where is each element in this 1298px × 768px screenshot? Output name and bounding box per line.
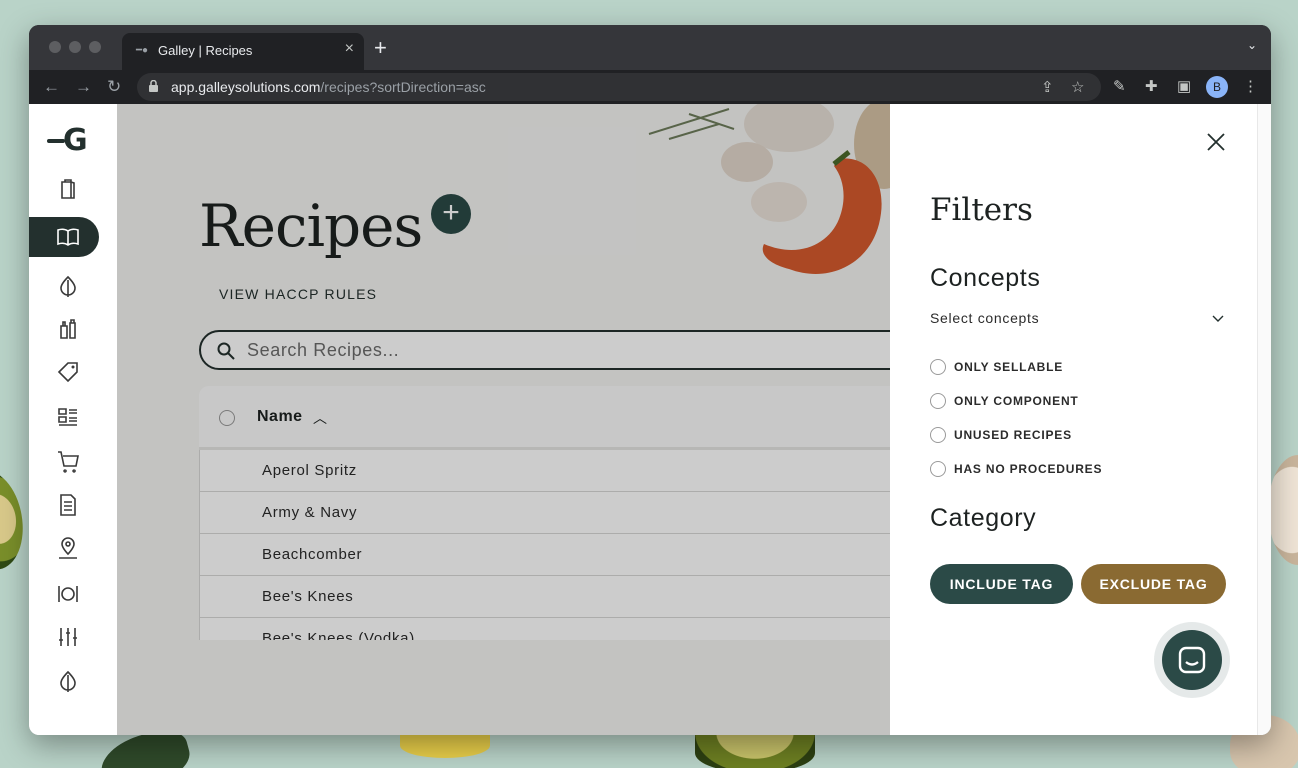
galley-favicon-icon: ━●	[136, 45, 149, 56]
document-icon	[60, 494, 76, 516]
sidebar-item-recipes[interactable]	[29, 217, 99, 257]
recipe-book-icon	[57, 228, 79, 246]
location-icon	[59, 537, 77, 559]
radio-button[interactable]	[930, 427, 946, 443]
sidebar-item-inventory[interactable]	[29, 169, 99, 209]
back-arrow-icon[interactable]: ←	[43, 78, 60, 95]
forward-arrow-icon[interactable]: →	[75, 78, 92, 95]
radio-button[interactable]	[930, 461, 946, 477]
chevron-down-icon	[1212, 315, 1224, 322]
app-page: G Recipes + VIEW HACCP RULES Search Reci…	[29, 104, 1271, 735]
maximize-window-dot[interactable]	[89, 41, 101, 53]
sidebar-item-reports[interactable]	[29, 485, 99, 525]
browser-toolbar: ← → ↻ app.galleysolutions.com/recipes?so…	[29, 70, 1271, 104]
share-icon[interactable]: ⇪	[1041, 78, 1054, 96]
profile-avatar[interactable]: B	[1206, 76, 1228, 98]
sidebar-item-checklists[interactable]	[29, 397, 99, 437]
sidebar-item-locations[interactable]	[29, 529, 99, 569]
chat-launcher-button[interactable]	[1162, 630, 1222, 690]
lemon-decoration	[400, 733, 490, 758]
new-tab-icon[interactable]: +	[374, 35, 387, 61]
sidebar-item-menus[interactable]	[29, 574, 99, 614]
sidebar-item-beverages[interactable]	[29, 309, 99, 349]
option-label: ONLY COMPONENT	[954, 394, 1079, 408]
filters-title: Filters	[930, 192, 1033, 228]
tab-title: Galley | Recipes	[158, 43, 253, 58]
sidebar-item-settings[interactable]	[29, 617, 99, 657]
browser-menu-icon[interactable]: ⋮	[1243, 77, 1258, 95]
concepts-heading: Concepts	[930, 264, 1041, 292]
close-icon[interactable]	[1206, 132, 1226, 152]
option-label: HAS NO PROCEDURES	[954, 462, 1103, 476]
radio-button[interactable]	[930, 393, 946, 409]
address-bar[interactable]: app.galleysolutions.com/recipes?sortDire…	[137, 73, 1101, 101]
sliders-icon	[59, 628, 77, 646]
bottles-icon	[60, 319, 76, 339]
avocado-decoration	[695, 733, 815, 768]
scrollbar[interactable]	[1257, 104, 1271, 735]
browser-tab[interactable]: ━● Galley | Recipes ×	[122, 33, 364, 70]
minimize-window-dot[interactable]	[69, 41, 81, 53]
sidebar-item-orders[interactable]	[29, 441, 99, 481]
tag-icon	[57, 362, 78, 383]
lock-icon	[149, 80, 158, 92]
radio-button[interactable]	[930, 359, 946, 375]
tab-close-icon[interactable]: ×	[345, 40, 354, 58]
tab-search-chevron-icon[interactable]: ⌄	[1247, 38, 1257, 52]
tab-bar: ━● Galley | Recipes × + ⌄	[29, 25, 1271, 70]
sidebar-item-ingredients[interactable]	[29, 266, 99, 306]
cart-icon	[58, 451, 79, 473]
sidebar: G	[29, 104, 117, 735]
concepts-select-value: Select concepts	[930, 310, 1040, 326]
extension-broom-icon[interactable]: ✎	[1113, 77, 1126, 95]
onion-icon	[60, 275, 76, 297]
exclude-tag-button[interactable]: EXCLUDE TAG	[1081, 564, 1226, 604]
sidebar-item-ingredients-secondary[interactable]	[29, 661, 99, 701]
avocado-decoration	[0, 465, 31, 575]
category-heading: Category	[930, 504, 1037, 532]
include-tag-button[interactable]: INCLUDE TAG	[930, 564, 1073, 604]
dining-icon	[58, 586, 78, 602]
mushroom-decoration	[1268, 455, 1298, 565]
book-stack-icon	[61, 179, 75, 199]
modal-backdrop[interactable]	[117, 104, 891, 735]
concepts-select[interactable]: Select concepts	[930, 310, 1226, 332]
side-panel-icon[interactable]: ▣	[1177, 77, 1191, 95]
galley-logo[interactable]: G	[47, 126, 97, 156]
onion-icon	[60, 670, 76, 692]
extensions-puzzle-icon[interactable]: ✚	[1145, 77, 1158, 95]
url-text: app.galleysolutions.com/recipes?sortDire…	[171, 79, 486, 95]
reload-icon[interactable]: ↻	[107, 78, 121, 95]
close-window-dot[interactable]	[49, 41, 61, 53]
browser-window: ━● Galley | Recipes × + ⌄ ← → ↻ app.gall…	[29, 25, 1271, 735]
checklist-icon	[58, 408, 77, 426]
option-label: ONLY SELLABLE	[954, 360, 1064, 374]
sidebar-item-tags[interactable]	[29, 352, 99, 392]
option-label: UNUSED RECIPES	[954, 428, 1072, 442]
chat-icon	[1178, 646, 1206, 674]
bookmark-star-icon[interactable]: ☆	[1071, 78, 1084, 96]
